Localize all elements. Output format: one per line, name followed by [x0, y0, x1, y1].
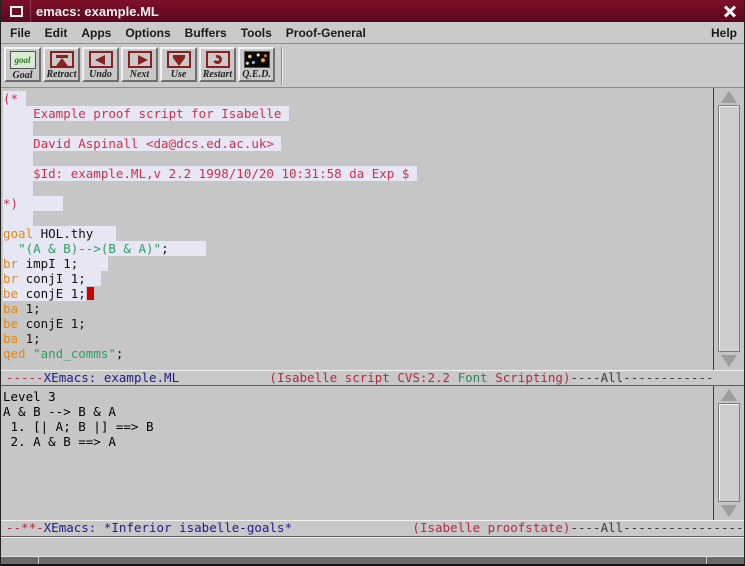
- scroll-down-icon[interactable]: [721, 355, 737, 367]
- scroll-up-icon[interactable]: [721, 389, 737, 401]
- menu-tools[interactable]: Tools: [234, 23, 279, 43]
- goals-scrollbar[interactable]: [713, 386, 744, 520]
- goals-modeline: --**-XEmacs: *Inferior isabelle-goals* (…: [1, 520, 744, 537]
- window-bottom-border: [1, 556, 744, 566]
- use-button[interactable]: Use: [160, 47, 197, 82]
- modeline-dashes: --**-: [6, 520, 44, 535]
- modeline-buffer-id: XEmacs: example.ML: [44, 370, 179, 385]
- text-cursor: [87, 287, 94, 300]
- goal-image-icon: goal: [10, 51, 36, 69]
- border-handle-divider: [38, 557, 39, 564]
- code-line: Example proof script for Isabelle: [3, 106, 713, 121]
- restart-button[interactable]: Restart: [199, 47, 236, 82]
- menu-file[interactable]: File: [3, 23, 38, 43]
- script-buffer[interactable]: (* Example proof script for Isabelle Dav…: [1, 88, 713, 370]
- code-line: ba 1;: [3, 331, 713, 346]
- window-title: emacs: example.ML: [36, 4, 159, 19]
- code-line: [3, 211, 713, 226]
- code-line: $Id: example.ML,v 2.2 1998/10/20 10:31:5…: [3, 166, 713, 181]
- menu-edit[interactable]: Edit: [38, 23, 75, 43]
- code-line: [3, 181, 713, 196]
- title-bar: emacs: example.ML: [1, 0, 744, 22]
- undo-icon: [89, 51, 113, 68]
- script-window: (* Example proof script for Isabelle Dav…: [1, 88, 744, 370]
- code-line: qed "and_comms";: [3, 346, 713, 361]
- code-line: "(A & B)-->(B & A)";: [3, 241, 713, 256]
- toolbar-divider: [281, 47, 282, 85]
- tool-bar: goal Goal Retract Undo Next Use Restart …: [1, 44, 744, 88]
- script-modeline: -----XEmacs: example.ML (Isabelle script…: [1, 370, 744, 386]
- goals-window: Level 3A & B --> B & A 1. [| A; B |] ==>…: [1, 386, 744, 520]
- echo-area[interactable]: [1, 537, 744, 556]
- goals-line: A & B --> B & A: [3, 404, 713, 419]
- xemacs-window: emacs: example.ML File Edit Apps Options…: [0, 0, 745, 566]
- border-handle-divider: [706, 557, 707, 564]
- qed-image-icon: [244, 51, 270, 68]
- code-line: be conjE 1;: [3, 286, 713, 301]
- script-scrollbar[interactable]: [713, 88, 744, 370]
- retract-icon: [50, 51, 74, 68]
- menu-buffers[interactable]: Buffers: [178, 23, 234, 43]
- goals-buffer[interactable]: Level 3A & B --> B & A 1. [| A; B |] ==>…: [1, 386, 713, 520]
- goal-button[interactable]: goal Goal: [4, 47, 41, 82]
- menu-proof-general[interactable]: Proof-General: [279, 23, 373, 43]
- next-icon: [128, 51, 152, 68]
- goals-line: Level 3: [3, 389, 713, 404]
- menu-help[interactable]: Help: [704, 23, 744, 43]
- code-line: [3, 121, 713, 136]
- modeline-dashes: -----: [6, 370, 44, 385]
- modeline-mode-info: (Isabelle proofstate): [412, 520, 570, 535]
- next-button[interactable]: Next: [121, 47, 158, 82]
- code-line: ba 1;: [3, 301, 713, 316]
- restart-icon: [206, 51, 230, 68]
- qed-button[interactable]: Q.E.D.: [238, 47, 275, 82]
- scroll-down-icon[interactable]: [721, 505, 737, 517]
- goals-line: 1. [| A; B |] ==> B: [3, 419, 713, 434]
- code-line: David Aspinall <da@dcs.ed.ac.uk>: [3, 136, 713, 151]
- modeline-mode-info: (Isabelle script CVS:2.2: [269, 370, 457, 385]
- modeline-position: ----All-------------------: [570, 520, 744, 535]
- modeline-buffer-id: XEmacs: *Inferior isabelle-goals*: [44, 520, 292, 535]
- use-icon: [167, 51, 191, 68]
- undo-button[interactable]: Undo: [82, 47, 119, 82]
- retract-button[interactable]: Retract: [43, 47, 80, 82]
- titlebar-separator: [30, 0, 31, 22]
- goals-line: 2. A & B ==> A: [3, 434, 713, 449]
- code-line: (*: [3, 91, 713, 106]
- modeline-position: ----All------------: [570, 370, 713, 385]
- scroll-up-icon[interactable]: [721, 91, 737, 103]
- scrollbar-thumb[interactable]: [718, 403, 740, 502]
- close-icon[interactable]: [722, 3, 738, 19]
- menu-apps[interactable]: Apps: [74, 23, 118, 43]
- code-line: br conjI 1;: [3, 271, 713, 286]
- menu-bar: File Edit Apps Options Buffers Tools Pro…: [1, 22, 744, 44]
- menu-options[interactable]: Options: [118, 23, 177, 43]
- modeline-font-mode: Font: [458, 370, 488, 385]
- code-line: [3, 151, 713, 166]
- code-line: br impI 1;: [3, 256, 713, 271]
- code-line: *): [3, 196, 713, 211]
- code-line: goal HOL.thy: [3, 226, 713, 241]
- code-line: be conjE 1;: [3, 316, 713, 331]
- scrollbar-thumb[interactable]: [718, 105, 740, 352]
- window-menu-icon[interactable]: [10, 6, 23, 17]
